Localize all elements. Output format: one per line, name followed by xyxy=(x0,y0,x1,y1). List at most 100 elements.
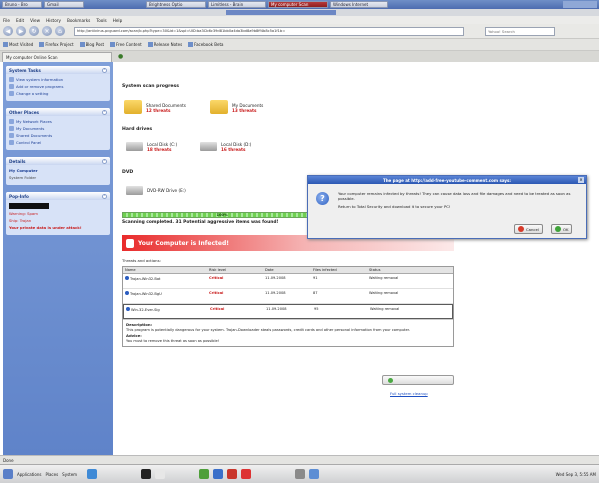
dvd-item[interactable]: DVD-RW Drive (E:) xyxy=(126,186,186,195)
threat-count: 12 threats xyxy=(146,108,171,113)
table-row-selected[interactable]: Win-32-Ever-Sig Critical 11.09.2008 95 W… xyxy=(123,304,453,319)
description-title: Description: xyxy=(126,322,153,327)
close-icon[interactable]: × xyxy=(578,177,584,183)
threat-date: 11.09.2008 xyxy=(266,307,287,311)
collapse-icon[interactable]: ˄ xyxy=(102,193,107,199)
distro-icon[interactable] xyxy=(3,469,13,479)
place-link[interactable]: Shared Documents xyxy=(9,133,107,138)
table-row[interactable]: Trojan-Win32.Bat Critical 11.09.2008 91 … xyxy=(123,274,453,289)
window-titlebar xyxy=(0,9,599,16)
bookmark-item[interactable]: Blog Post xyxy=(79,42,104,47)
app-icon[interactable] xyxy=(227,469,238,479)
menu-bookmarks[interactable]: Bookmarks xyxy=(67,18,90,23)
bookmark-item[interactable]: Most Visited xyxy=(3,42,33,47)
back-button[interactable]: ◀ xyxy=(3,26,13,36)
panel-header[interactable]: System Tasks ˄ xyxy=(6,66,110,74)
stop-button[interactable]: × xyxy=(42,26,52,36)
network-icon[interactable] xyxy=(199,469,210,479)
bookmark-item[interactable]: Free Content xyxy=(110,42,142,47)
threat-count: 18 threats xyxy=(147,147,172,152)
threat-icon xyxy=(125,291,129,295)
control-panel-icon xyxy=(9,140,14,145)
folder-item[interactable]: My Documents 13 threats xyxy=(210,100,263,114)
collapse-icon[interactable]: ˄ xyxy=(102,67,107,73)
panel-header[interactable]: Pop-Info ˄ xyxy=(6,192,110,200)
ship-line: Ship: Trojan xyxy=(9,218,32,223)
places-menu[interactable]: Places xyxy=(45,472,58,477)
record-icon[interactable] xyxy=(241,469,252,479)
files-infected: 95 xyxy=(314,307,319,311)
remove-button[interactable] xyxy=(382,375,454,385)
cancel-button[interactable]: Cancel xyxy=(514,224,543,234)
task-link[interactable]: Add or remove programs xyxy=(9,84,107,89)
threat-name: Win-32-Ever-Sig xyxy=(126,307,210,316)
column-header[interactable]: Date xyxy=(265,268,313,272)
menu-tools[interactable]: Tools xyxy=(96,18,106,23)
risk-level: Critical xyxy=(209,276,224,280)
taskbar-item-active[interactable]: My computer Scan xyxy=(268,1,328,8)
taskbar-item[interactable]: Windows Internet xyxy=(330,1,388,8)
table-row[interactable]: Trojan-Win32.BgU Critical 11.09.2008 87 … xyxy=(123,289,453,304)
launcher-icon[interactable] xyxy=(87,469,98,479)
forward-button[interactable]: ▶ xyxy=(16,26,26,36)
details-type: System Folder xyxy=(9,175,37,180)
panel-header[interactable]: Other Places ˄ xyxy=(6,108,110,116)
panel-header[interactable]: Details ˄ xyxy=(6,157,110,165)
cleanup-link[interactable]: Full system cleanup xyxy=(390,391,428,396)
window-icon[interactable] xyxy=(155,469,166,479)
menu-view[interactable]: View xyxy=(30,18,40,23)
description-text: This program is potentially dangerous fo… xyxy=(126,328,410,332)
menu-history[interactable]: History xyxy=(46,18,61,23)
tab-active[interactable]: My computer Online Scan xyxy=(2,52,112,62)
ok-button[interactable]: OK xyxy=(551,224,573,234)
dialog-message-line: Your computer remains infected by threat… xyxy=(338,191,571,201)
reload-button[interactable]: ↻ xyxy=(29,26,39,36)
menu-file[interactable]: File xyxy=(3,18,10,23)
bookmarks-toolbar: Most Visited Firefox Project Blog Post F… xyxy=(0,39,599,51)
column-header[interactable]: Name xyxy=(125,268,209,272)
column-header[interactable]: Files infected xyxy=(313,268,369,272)
panel-popular: Pop-Info ˄ Warning: Spam Ship: Trojan You… xyxy=(6,192,110,235)
place-link[interactable]: My Documents xyxy=(9,126,107,131)
drive-item[interactable]: Local Disk (D:) 16 threats xyxy=(200,142,251,152)
status-bar: Done xyxy=(0,455,599,464)
taskbar-item[interactable]: Bruno - Bro xyxy=(2,1,42,8)
navigation-toolbar: ◀ ▶ ↻ × ⌂ http://antivirus-pcguard.com/s… xyxy=(0,24,599,39)
search-input[interactable]: Yahoo! Search xyxy=(485,26,555,36)
applications-menu[interactable]: Applications xyxy=(17,472,41,477)
bookmark-item[interactable]: Firefox Project xyxy=(39,42,74,47)
column-header[interactable]: Risk level xyxy=(209,268,265,272)
task-link[interactable]: View system information xyxy=(9,77,107,82)
taskbar-item[interactable]: Brightness Optio xyxy=(146,1,206,8)
taskbar-item[interactable]: Gmail xyxy=(44,1,84,8)
menu-edit[interactable]: Edit xyxy=(16,18,24,23)
collapse-icon[interactable]: ˄ xyxy=(102,158,107,164)
folder-icon xyxy=(210,100,228,114)
volume-icon[interactable] xyxy=(295,469,306,479)
new-tab-icon[interactable]: ● xyxy=(118,53,123,60)
app-icon[interactable] xyxy=(213,469,224,479)
place-link[interactable]: My Network Places xyxy=(9,119,107,124)
threat-count: 13 threats xyxy=(232,108,257,113)
home-button[interactable]: ⌂ xyxy=(55,26,65,36)
redaction-bar xyxy=(9,203,49,209)
workspace-icon[interactable] xyxy=(309,469,320,479)
taskbar-item[interactable]: Limitless - Brain xyxy=(208,1,266,8)
column-header[interactable]: Status xyxy=(369,268,457,272)
bookmark-icon xyxy=(39,42,45,47)
system-menu[interactable]: System xyxy=(62,472,77,477)
terminal-icon[interactable] xyxy=(141,469,152,479)
folder-item[interactable]: Shared Documents 12 threats xyxy=(124,100,186,114)
bookmark-item[interactable]: Facebook Beta xyxy=(188,42,223,47)
threat-status: Waiting removal xyxy=(370,307,400,311)
url-bar[interactable]: http://antivirus-pcguard.com/scan/b.php?… xyxy=(74,26,464,36)
menu-help[interactable]: Help xyxy=(113,18,123,23)
drive-item[interactable]: Local Disk (C:) 18 threats xyxy=(126,142,177,152)
bookmark-item[interactable]: Release Notes xyxy=(147,42,182,47)
dialog-title: The page at http://add-free-youtube-comm… xyxy=(382,177,512,183)
place-link[interactable]: Control Panel xyxy=(9,140,107,145)
collapse-icon[interactable]: ˄ xyxy=(102,109,107,115)
task-link[interactable]: Change a setting xyxy=(9,91,107,96)
clock[interactable]: Wed Sep 3, 5:55 AM xyxy=(556,472,596,477)
settings-icon xyxy=(9,91,14,96)
